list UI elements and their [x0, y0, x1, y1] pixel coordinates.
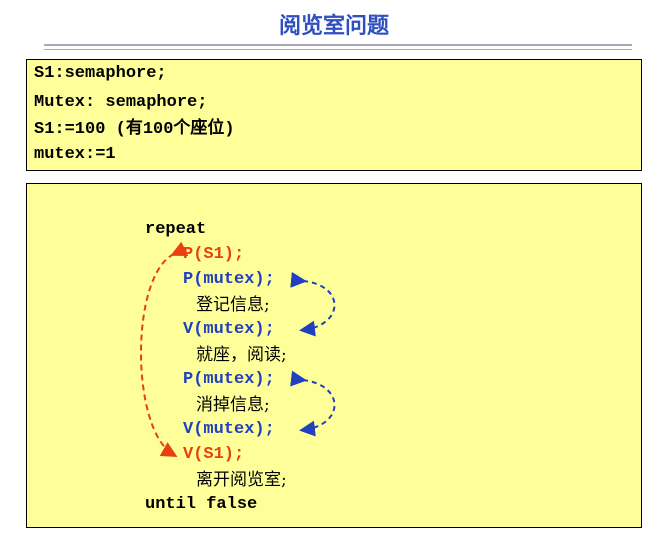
mutex-pair-arrow-1	[290, 271, 336, 337]
mutex-pair-arrow-2	[290, 370, 336, 437]
pairing-arrows	[140, 241, 336, 457]
s1-pair-arrow	[140, 241, 189, 457]
